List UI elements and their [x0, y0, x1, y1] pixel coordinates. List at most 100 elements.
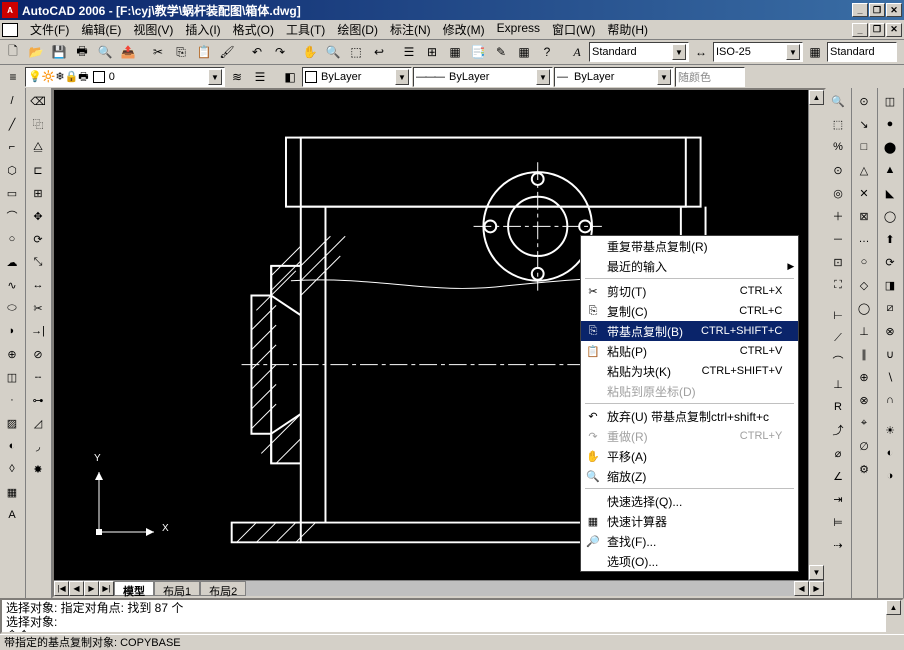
context-item[interactable]: 📋粘贴(P)CTRL+V [581, 341, 798, 361]
fillet-icon[interactable]: ◞ [27, 435, 49, 457]
chevron-down-icon[interactable]: ▼ [395, 69, 409, 85]
osnap-near-icon[interactable]: ⌖ [853, 412, 875, 434]
mirror-icon[interactable]: ⧋ [27, 136, 49, 158]
hide-icon[interactable]: ◐ [879, 442, 901, 464]
trim-icon[interactable]: ✂ [27, 297, 49, 319]
menu-express[interactable]: Express [491, 19, 546, 40]
scroll-left-icon[interactable]: ◀ [794, 581, 809, 596]
join-icon[interactable]: ⊶ [27, 389, 49, 411]
context-item[interactable]: 粘贴为块(K)CTRL+SHIFT+V [581, 361, 798, 381]
tab-next-icon[interactable]: ▶ [84, 581, 99, 596]
context-item[interactable]: 🔎查找(F)... [581, 531, 798, 551]
scale-icon[interactable]: ⤡ [27, 251, 49, 273]
menu-视图v[interactable]: 视图(V) [127, 19, 179, 40]
block-icon[interactable]: ◫ [1, 366, 23, 388]
osnap-center-icon[interactable]: ○ [853, 251, 875, 273]
dim-baseline-icon[interactable]: ⊨ [827, 511, 849, 533]
cone-icon[interactable]: ▲ [879, 159, 901, 181]
table-icon[interactable]: ▦ [1, 481, 23, 503]
chevron-down-icon[interactable]: ▼ [657, 69, 671, 85]
menu-修改m[interactable]: 修改(M) [437, 19, 491, 40]
revolve-icon[interactable]: ⟳ [879, 251, 901, 273]
plotstyle-dropdown[interactable]: 随颜色 [675, 67, 745, 87]
dim-angular-icon[interactable]: ∠ [827, 465, 849, 487]
help-icon[interactable]: ? [536, 41, 558, 63]
dim-quick-icon[interactable]: ⇥ [827, 488, 849, 510]
dim-radius-icon[interactable]: R [827, 396, 849, 418]
restore-button[interactable]: ❐ [869, 3, 885, 17]
context-item[interactable]: 选项(O)... [581, 551, 798, 571]
erase-icon[interactable]: ⌫ [27, 90, 49, 112]
gradient-icon[interactable]: ◐ [1, 435, 23, 457]
xline-icon[interactable]: ╱ [1, 113, 23, 135]
context-item[interactable]: ⎘复制(C)CTRL+C [581, 301, 798, 321]
save-icon[interactable]: 💾 [48, 41, 70, 63]
hatch-icon[interactable]: ▨ [1, 412, 23, 434]
copy-obj-icon[interactable]: ⿻ [27, 113, 49, 135]
rotate-icon[interactable]: ⟳ [27, 228, 49, 250]
subtract-icon[interactable]: ∖ [879, 366, 901, 388]
context-item[interactable]: ▦快速计算器 [581, 511, 798, 531]
matchprop-icon[interactable]: 🖌 [216, 41, 238, 63]
open-icon[interactable]: 📂 [25, 41, 47, 63]
layer-prev-icon[interactable]: ≋ [226, 66, 248, 88]
print-icon[interactable]: 🖶 [71, 41, 93, 63]
section-icon[interactable]: ⧄ [879, 297, 901, 319]
render-icon[interactable]: ☀ [879, 419, 901, 441]
doc-close-button[interactable]: ✕ [886, 23, 902, 37]
textstyle-icon[interactable]: A [566, 41, 588, 63]
zoom-center-icon[interactable]: ⊙ [827, 159, 849, 181]
region-icon[interactable]: ◊ [1, 458, 23, 480]
menu-标注n[interactable]: 标注(N) [384, 19, 437, 40]
lineweight-dropdown[interactable]: — ByLayer ▼ [554, 67, 674, 87]
dim-diameter-icon[interactable]: ⌀ [827, 442, 849, 464]
stretch-icon[interactable]: ↔ [27, 274, 49, 296]
osnap-appint-icon[interactable]: ⊠ [853, 205, 875, 227]
paste-icon[interactable]: 📋 [193, 41, 215, 63]
layermgr-icon[interactable]: ≡ [2, 66, 24, 88]
dimstyle-dropdown[interactable]: ISO-25 ▼ [713, 42, 803, 62]
menu-绘图d[interactable]: 绘图(D) [331, 19, 384, 40]
union-icon[interactable]: ∪ [879, 343, 901, 365]
move-icon[interactable]: ✥ [27, 205, 49, 227]
extend-icon[interactable]: →| [27, 320, 49, 342]
circle-icon[interactable]: ○ [1, 228, 23, 250]
osnap-temp-icon[interactable]: ⊙ [853, 90, 875, 112]
scroll-right-icon[interactable]: ▶ [809, 581, 824, 596]
scrollbar-vertical[interactable]: ▲ ▼ [808, 90, 824, 580]
menu-插入i[interactable]: 插入(I) [179, 19, 226, 40]
dim-linear-icon[interactable]: ⊢ [827, 304, 849, 326]
sheetset-icon[interactable]: 📑 [467, 41, 489, 63]
osnap-none-icon[interactable]: ∅ [853, 435, 875, 457]
point-icon[interactable]: · [1, 389, 23, 411]
arc-icon[interactable]: ⌒ [1, 205, 23, 227]
print-preview-icon[interactable]: 🔍 [94, 41, 116, 63]
linetype-dropdown[interactable]: ——— ByLayer ▼ [413, 67, 553, 87]
sphere-icon[interactable]: ● [879, 113, 901, 135]
context-item[interactable]: 最近的输入▶ [581, 256, 798, 276]
chevron-down-icon[interactable]: ▼ [208, 69, 222, 85]
new-icon[interactable]: 🗋 [2, 41, 24, 63]
osnap-node-icon[interactable]: ⊗ [853, 389, 875, 411]
zoom-dynamic-icon[interactable]: ⬚ [827, 113, 849, 135]
doc-icon[interactable] [2, 23, 18, 37]
zoom-all-icon[interactable]: ⊡ [827, 251, 849, 273]
layer-dropdown[interactable]: 💡🔆❄🔒🖶 0 ▼ [25, 67, 225, 87]
zoom-scale-icon[interactable]: % [827, 136, 849, 158]
dim-continue-icon[interactable]: ⇢ [827, 534, 849, 556]
cut-icon[interactable]: ✂ [147, 41, 169, 63]
context-item[interactable]: ↶放弃(U) 带基点复制ctrl+shift+c [581, 406, 798, 426]
color-dropdown[interactable]: ByLayer ▼ [302, 67, 412, 87]
shade-icon[interactable]: ◑ [879, 465, 901, 487]
rectangle-icon[interactable]: ▭ [1, 182, 23, 204]
zoom-prev-icon[interactable]: ↩ [368, 41, 390, 63]
color-icon[interactable]: ◧ [279, 66, 301, 88]
tab-模型[interactable]: 模型 [114, 581, 154, 596]
intersect-icon[interactable]: ∩ [879, 389, 901, 411]
context-item[interactable]: 🔍缩放(Z) [581, 466, 798, 486]
extrude-icon[interactable]: ⬆ [879, 228, 901, 250]
wedge-icon[interactable]: ◣ [879, 182, 901, 204]
revcloud-icon[interactable]: ☁ [1, 251, 23, 273]
offset-icon[interactable]: ⊏ [27, 159, 49, 181]
osnap-ins-icon[interactable]: ⊕ [853, 366, 875, 388]
